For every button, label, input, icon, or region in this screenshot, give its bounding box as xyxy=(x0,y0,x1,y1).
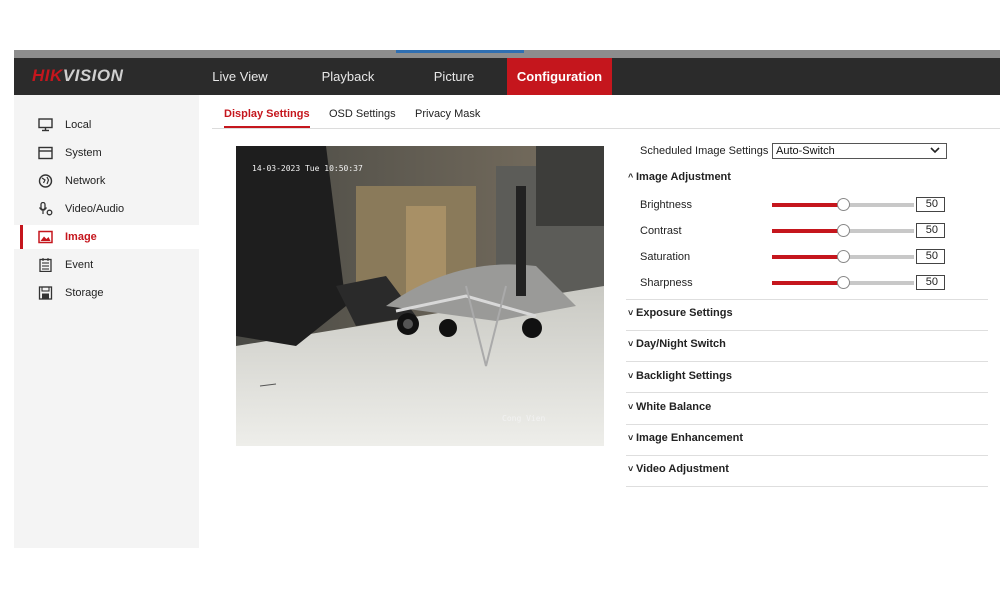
tab-divider xyxy=(212,128,1000,129)
section-divider xyxy=(626,299,988,300)
sharpness-slider[interactable] xyxy=(772,276,914,289)
contrast-label: Contrast xyxy=(640,225,682,237)
event-icon xyxy=(38,258,53,272)
chevron-down-icon xyxy=(929,144,941,160)
slider-knob[interactable] xyxy=(837,224,850,237)
camera-scene xyxy=(236,146,604,446)
slider-knob[interactable] xyxy=(837,250,850,263)
sidebar-item-storage[interactable]: Storage xyxy=(14,281,199,305)
section-title: White Balance xyxy=(636,401,712,413)
system-icon xyxy=(38,146,53,160)
slider-knob[interactable] xyxy=(837,276,850,289)
chevron-down-icon: ˅ xyxy=(628,339,634,349)
sidebar-item-label: Local xyxy=(65,119,92,131)
section-title: Image Adjustment xyxy=(636,171,731,183)
chevron-down-icon: ˅ xyxy=(628,433,634,443)
select-value: Auto-Switch xyxy=(776,145,835,157)
section-title: Video Adjustment xyxy=(636,463,729,475)
nav-live-view[interactable]: Live View xyxy=(200,58,280,95)
section-divider xyxy=(626,330,988,331)
sidebar-item-label: Network xyxy=(65,175,106,187)
section-image-enhancement[interactable]: ˅ Image Enhancement xyxy=(628,432,743,444)
section-exposure-settings[interactable]: ˅ Exposure Settings xyxy=(628,307,733,319)
sidebar-item-label: Image xyxy=(65,231,97,243)
scheduled-image-settings-select[interactable]: Auto-Switch xyxy=(772,143,947,159)
section-title: Exposure Settings xyxy=(636,307,733,319)
saturation-slider[interactable] xyxy=(772,250,914,263)
osd-datetime: 14-03-2023 Tue 10:50:37 xyxy=(252,164,363,173)
chevron-up-icon: ^ xyxy=(628,172,634,182)
image-icon xyxy=(38,230,53,244)
section-divider xyxy=(626,424,988,425)
sharpness-value[interactable]: 50 xyxy=(916,275,945,290)
section-title: Backlight Settings xyxy=(636,370,732,382)
saturation-label: Saturation xyxy=(640,251,691,263)
chevron-down-icon: ˅ xyxy=(628,402,634,412)
section-title: Day/Night Switch xyxy=(636,338,726,350)
section-image-adjustment[interactable]: ^ Image Adjustment xyxy=(628,171,731,183)
scheduled-image-settings-label: Scheduled Image Settings xyxy=(640,145,769,157)
section-title: Image Enhancement xyxy=(636,432,743,444)
sharpness-label: Sharpness xyxy=(640,277,693,289)
sidebar: Local System Network Video/Audio Image E… xyxy=(14,95,199,548)
monitor-icon xyxy=(38,118,53,132)
section-divider xyxy=(626,392,988,393)
tab-privacy-mask[interactable]: Privacy Mask xyxy=(415,108,480,128)
globe-icon xyxy=(38,174,53,188)
section-divider xyxy=(626,361,988,362)
section-video-adjustment[interactable]: ˅ Video Adjustment xyxy=(628,463,729,475)
chevron-down-icon: ˅ xyxy=(628,308,634,318)
microphone-icon xyxy=(38,202,53,216)
sidebar-item-label: Storage xyxy=(65,287,104,299)
window-accent-line xyxy=(396,50,524,53)
brightness-value[interactable]: 50 xyxy=(916,197,945,212)
saturation-value[interactable]: 50 xyxy=(916,249,945,264)
storage-icon xyxy=(38,286,53,300)
sidebar-item-image[interactable]: Image xyxy=(14,225,199,249)
sidebar-item-local[interactable]: Local xyxy=(14,113,199,137)
top-navigation-bar: HIKVISION Live View Playback Picture Con… xyxy=(14,58,1000,95)
sidebar-item-label: Video/Audio xyxy=(65,203,125,215)
section-divider xyxy=(626,486,988,487)
sidebar-item-network[interactable]: Network xyxy=(14,169,199,193)
contrast-value[interactable]: 50 xyxy=(916,223,945,238)
contrast-slider[interactable] xyxy=(772,224,914,237)
slider-fill xyxy=(772,229,843,233)
brightness-slider[interactable] xyxy=(772,198,914,211)
section-backlight-settings[interactable]: ˅ Backlight Settings xyxy=(628,370,732,382)
active-indicator xyxy=(20,225,23,249)
sidebar-item-label: Event xyxy=(65,259,94,271)
slider-fill xyxy=(772,203,843,207)
nav-picture[interactable]: Picture xyxy=(414,58,494,95)
section-divider xyxy=(626,455,988,456)
osd-camera-name: Cong Vien xyxy=(502,414,546,423)
brightness-label: Brightness xyxy=(640,199,692,211)
chevron-down-icon: ˅ xyxy=(628,371,634,381)
sidebar-item-system[interactable]: System xyxy=(14,141,199,165)
slider-fill xyxy=(772,255,843,259)
chevron-down-icon: ˅ xyxy=(628,464,634,474)
live-video-preview: 14-03-2023 Tue 10:50:37 Cong Vien xyxy=(236,146,604,446)
sidebar-item-event[interactable]: Event xyxy=(14,253,199,277)
sidebar-item-video-audio[interactable]: Video/Audio xyxy=(14,197,199,221)
nav-playback[interactable]: Playback xyxy=(308,58,388,95)
sidebar-item-label: System xyxy=(65,147,102,159)
section-day-night-switch[interactable]: ˅ Day/Night Switch xyxy=(628,338,726,350)
slider-fill xyxy=(772,281,843,285)
section-white-balance[interactable]: ˅ White Balance xyxy=(628,401,711,413)
hikvision-logo: HIKVISION xyxy=(32,66,124,85)
slider-knob[interactable] xyxy=(837,198,850,211)
nav-configuration[interactable]: Configuration xyxy=(507,58,612,95)
tab-osd-settings[interactable]: OSD Settings xyxy=(329,108,396,128)
tab-display-settings[interactable]: Display Settings xyxy=(224,108,310,128)
